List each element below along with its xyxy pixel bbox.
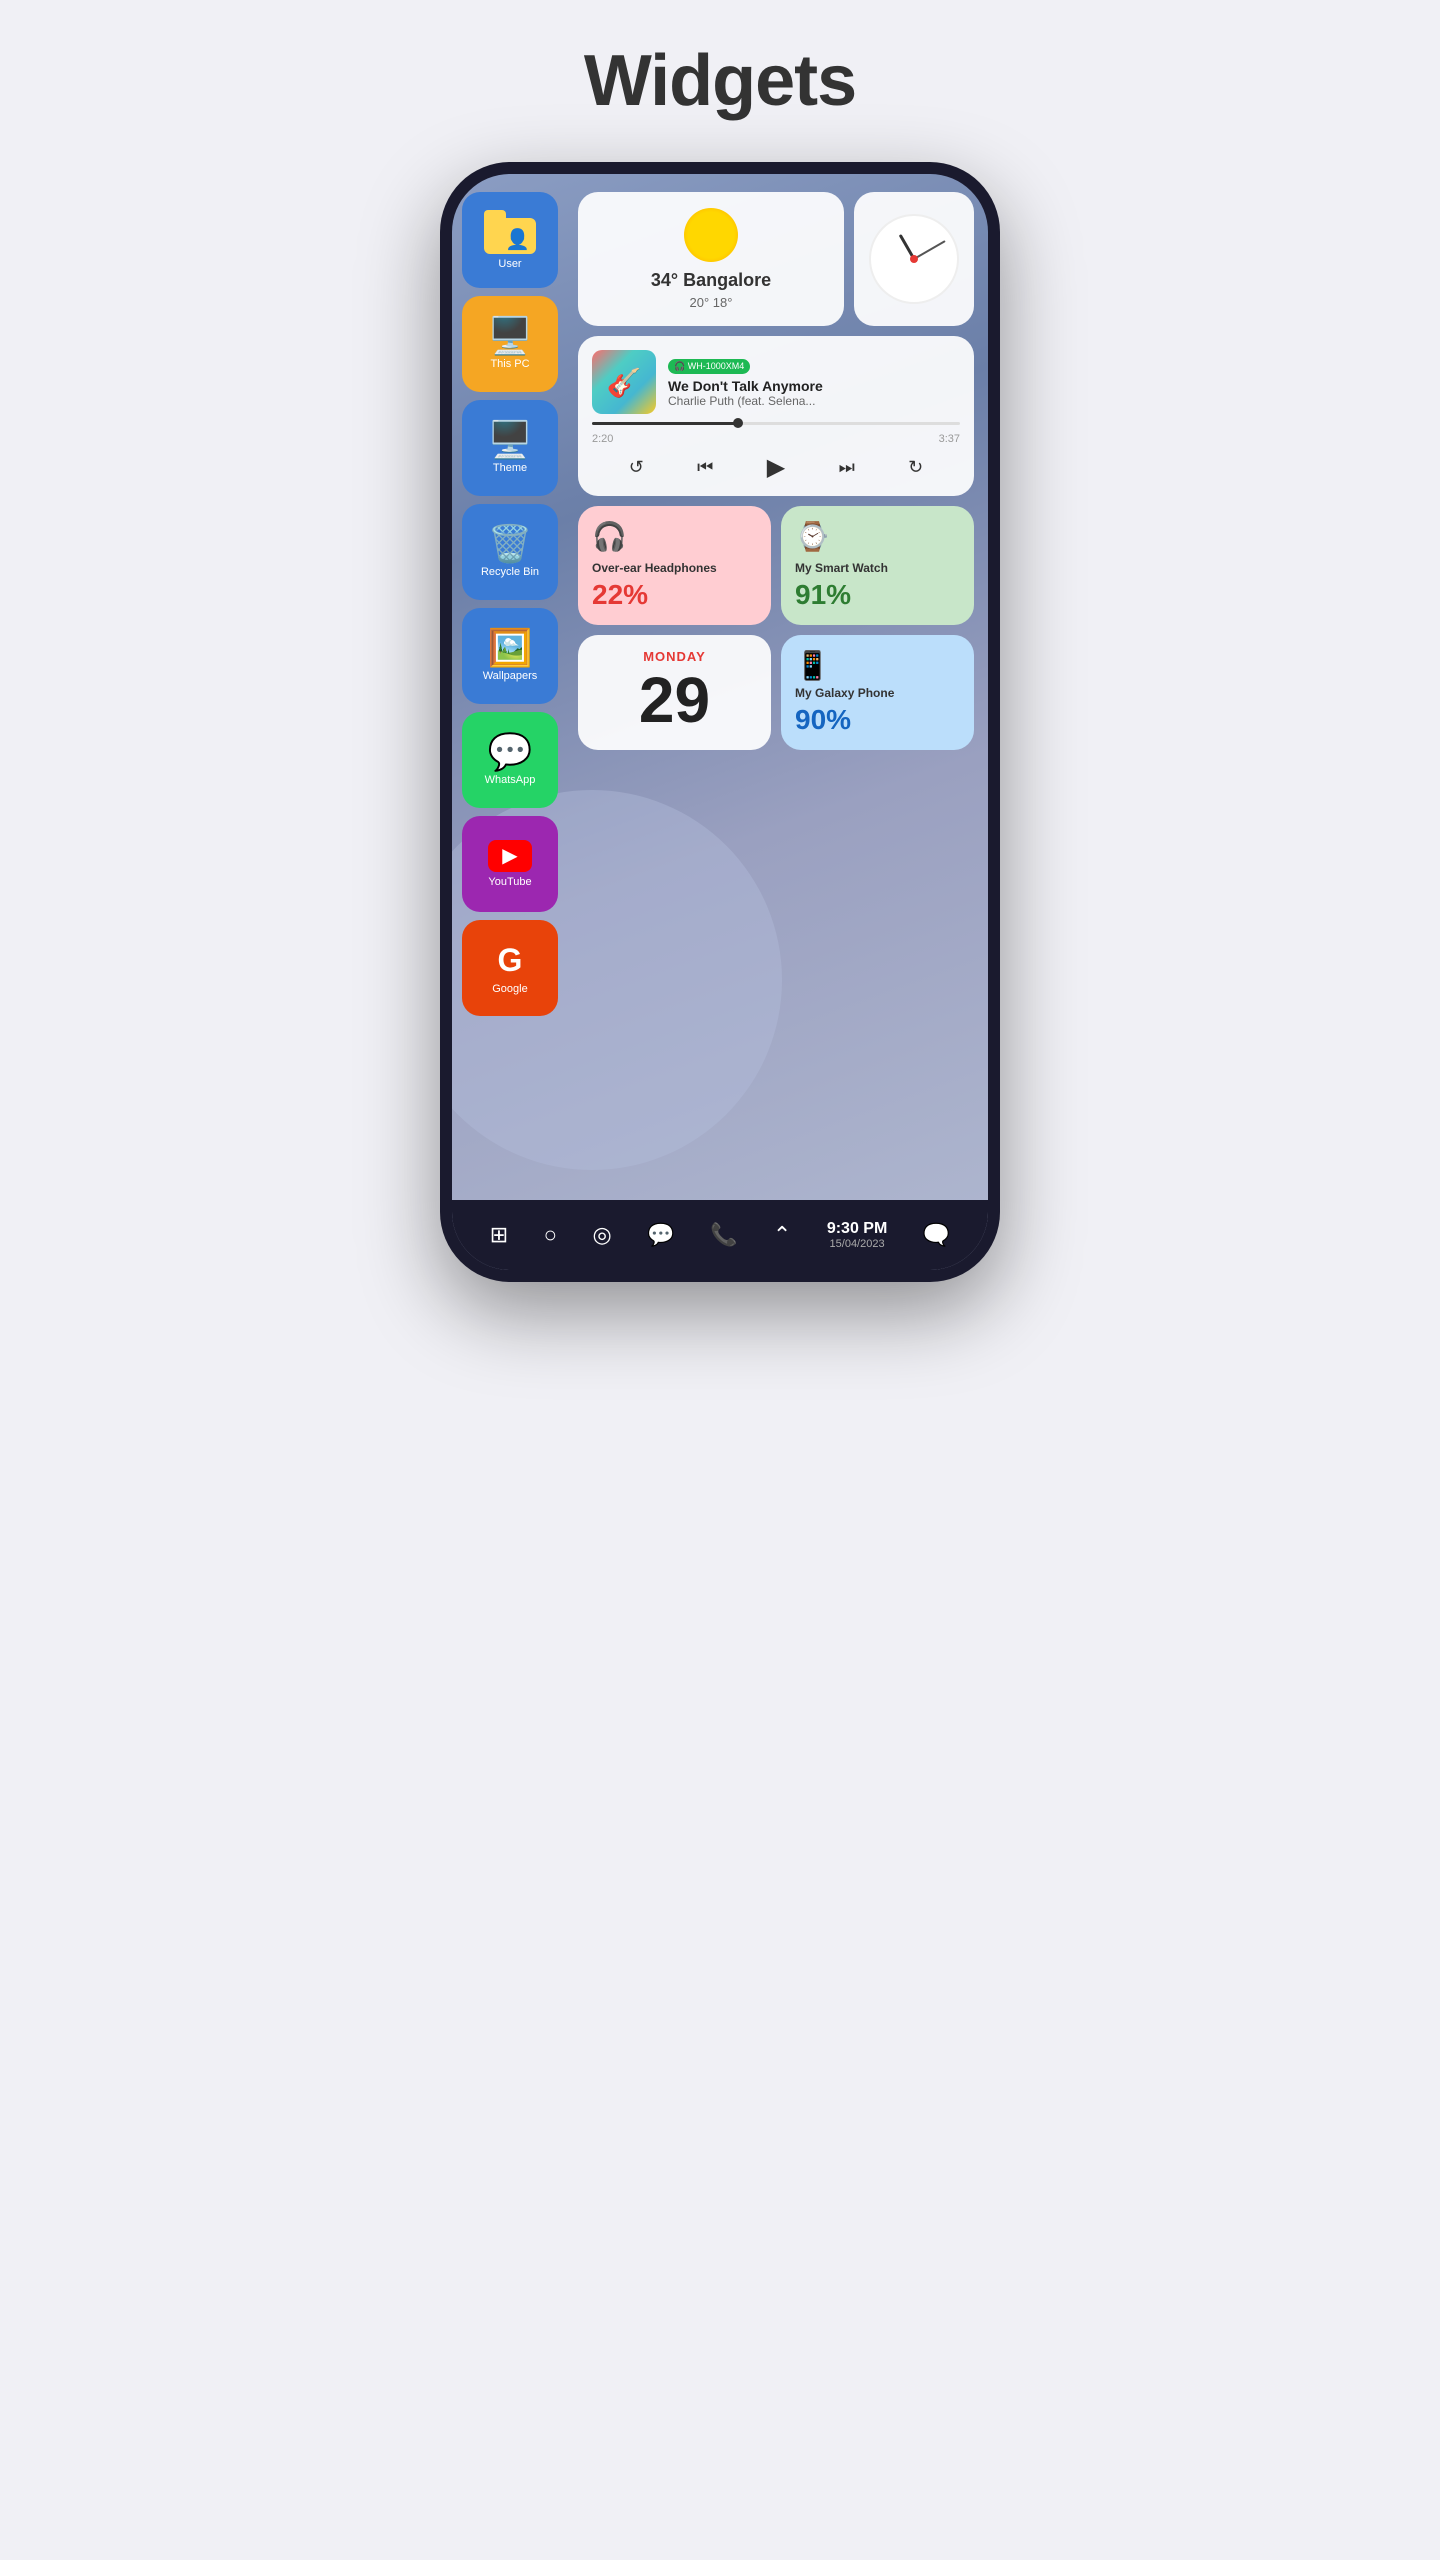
headphones-widget[interactable]: 🎧 Over-ear Headphones 22%	[578, 506, 771, 625]
sidebar-item-thispc[interactable]: 🖥️ This PC	[462, 296, 558, 392]
music-album-art: 🎸	[592, 350, 656, 414]
smartwatch-icon: ⌚	[795, 520, 960, 553]
smartwatch-name: My Smart Watch	[795, 561, 960, 575]
row-weather-clock: 34° Bangalore 20° 18°	[578, 192, 974, 326]
music-play-icon[interactable]: ▶	[767, 453, 785, 482]
music-device-badge: 🎧 WH-1000XM4	[668, 359, 750, 374]
nav-time: 9:30 PM	[827, 1220, 887, 1238]
phone-screen: 👤 User 🖥️ This PC 🖥️ Theme 🗑️ R	[452, 174, 988, 1270]
recycle-icon: 🗑️	[488, 526, 533, 562]
music-times: 2:20 3:37	[592, 433, 960, 445]
headphones-icon: 🎧	[592, 520, 757, 553]
wallpapers-label: Wallpapers	[483, 670, 538, 682]
page-title: Widgets	[584, 40, 856, 122]
whatsapp-icon: 💬	[488, 734, 533, 770]
clock-center-dot	[910, 255, 918, 263]
bottom-nav: ⊞ ○ ◎ 💬 📞 ⌃ 9:30 PM 15/04/2023 🗨️	[452, 1200, 988, 1270]
weather-minmax: 20° 18°	[690, 295, 733, 310]
clock-widget[interactable]	[854, 192, 974, 326]
headphones-name: Over-ear Headphones	[592, 561, 757, 575]
music-progress-fill	[592, 422, 739, 425]
theme-label: Theme	[493, 462, 527, 474]
nav-messages-icon[interactable]: 💬	[647, 1222, 674, 1248]
calendar-widget[interactable]: MONDAY 29	[578, 635, 771, 750]
music-widget[interactable]: 🎸 🎧 WH-1000XM4 We Don't Talk Anymore Cha…	[578, 336, 974, 496]
sidebar: 👤 User 🖥️ This PC 🖥️ Theme 🗑️ R	[452, 174, 572, 1200]
phone-content: 👤 User 🖥️ This PC 🖥️ Theme 🗑️ R	[452, 174, 988, 1200]
sidebar-item-recycle[interactable]: 🗑️ Recycle Bin	[462, 504, 558, 600]
music-time-current: 2:20	[592, 433, 613, 445]
nav-up-icon[interactable]: ⌃	[773, 1222, 791, 1248]
person-icon: 👤	[505, 227, 530, 252]
music-forward-icon[interactable]: ↻	[908, 457, 923, 478]
music-top: 🎸 🎧 WH-1000XM4 We Don't Talk Anymore Cha…	[592, 350, 960, 414]
music-next-icon[interactable]: ⏭	[839, 457, 855, 478]
smartwatch-battery: 91%	[795, 579, 960, 611]
sidebar-item-google[interactable]: G Google	[462, 920, 558, 1016]
sidebar-item-wallpapers[interactable]: 🖼️ Wallpapers	[462, 608, 558, 704]
calendar-day-label: MONDAY	[643, 649, 706, 664]
user-label: User	[498, 258, 521, 270]
sidebar-item-theme[interactable]: 🖥️ Theme	[462, 400, 558, 496]
nav-recents-icon[interactable]: ⊞	[490, 1222, 508, 1248]
wallpapers-icon: 🖼️	[488, 630, 533, 666]
google-label: Google	[492, 983, 527, 995]
nav-home-icon[interactable]: ○	[544, 1222, 557, 1248]
nav-date: 15/04/2023	[830, 1238, 885, 1250]
weather-temperature: 34° Bangalore	[651, 270, 771, 291]
calendar-day-number: 29	[639, 668, 710, 732]
music-time-total: 3:37	[939, 433, 960, 445]
recycle-label: Recycle Bin	[481, 566, 539, 578]
whatsapp-label: WhatsApp	[485, 774, 536, 786]
nav-time-group: 9:30 PM 15/04/2023	[827, 1220, 887, 1250]
music-progress-dot	[733, 418, 743, 428]
nav-back-icon[interactable]: ◎	[592, 1222, 611, 1248]
music-info: 🎧 WH-1000XM4 We Don't Talk Anymore Charl…	[668, 356, 960, 408]
widget-area: 34° Bangalore 20° 18°	[572, 174, 988, 1200]
sidebar-item-youtube[interactable]: ▶ YouTube	[462, 816, 558, 912]
galaxy-phone-name: My Galaxy Phone	[795, 686, 960, 700]
theme-icon: 🖥️	[488, 422, 533, 458]
weather-sun-icon	[684, 208, 738, 262]
google-icon: G	[498, 942, 523, 979]
music-prev-icon[interactable]: ⏮	[697, 457, 713, 478]
music-artist: Charlie Puth (feat. Selena...	[668, 394, 960, 408]
thispc-icon: 🖥️	[488, 318, 533, 354]
music-controls: ↺ ⏮ ▶ ⏭ ↻	[592, 453, 960, 482]
sidebar-item-whatsapp[interactable]: 💬 WhatsApp	[462, 712, 558, 808]
user-folder-icon: 👤	[484, 210, 536, 254]
galaxy-phone-widget[interactable]: 📱 My Galaxy Phone 90%	[781, 635, 974, 750]
sidebar-item-user[interactable]: 👤 User	[462, 192, 558, 288]
galaxy-phone-battery: 90%	[795, 704, 960, 736]
music-progress-bar[interactable]	[592, 422, 960, 425]
music-title: We Don't Talk Anymore	[668, 378, 960, 394]
nav-notification-icon[interactable]: 🗨️	[923, 1222, 950, 1248]
weather-widget[interactable]: 34° Bangalore 20° 18°	[578, 192, 844, 326]
galaxy-phone-icon: 📱	[795, 649, 960, 682]
youtube-label: YouTube	[488, 876, 531, 888]
row-calendar-phone: MONDAY 29 📱 My Galaxy Phone 90%	[578, 635, 974, 750]
nav-phone-icon[interactable]: 📞	[710, 1222, 737, 1248]
music-replay-icon[interactable]: ↺	[629, 457, 644, 478]
headphones-battery: 22%	[592, 579, 757, 611]
youtube-play-icon: ▶	[488, 840, 532, 872]
clock-minute-hand	[914, 240, 946, 260]
row-devices: 🎧 Over-ear Headphones 22% ⌚ My Smart Wat…	[578, 506, 974, 625]
clock-face	[869, 214, 959, 304]
smartwatch-widget[interactable]: ⌚ My Smart Watch 91%	[781, 506, 974, 625]
thispc-label: This PC	[490, 358, 529, 370]
phone-mockup: 👤 User 🖥️ This PC 🖥️ Theme 🗑️ R	[440, 162, 1000, 1282]
